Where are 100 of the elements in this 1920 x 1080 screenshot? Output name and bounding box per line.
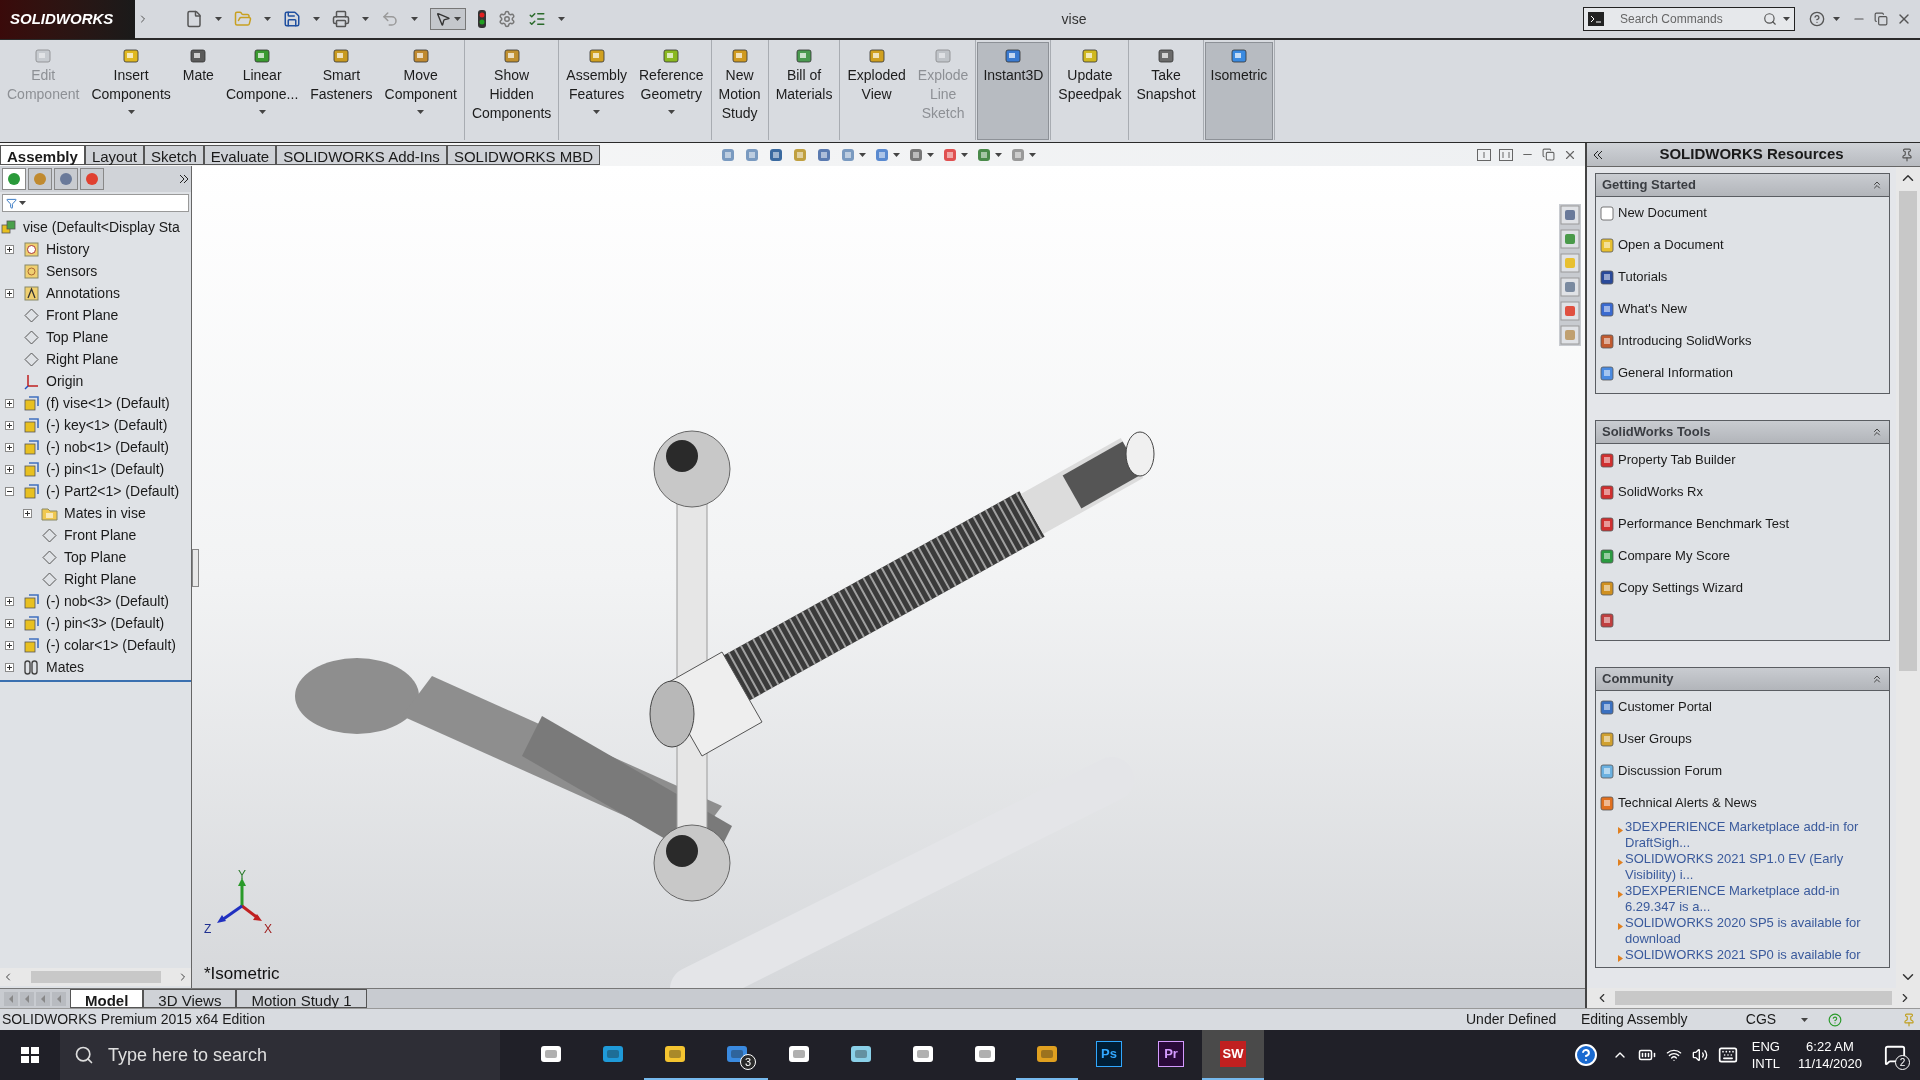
tab[interactable]: Motion Study 1 [236, 989, 367, 1008]
tree-item[interactable]: Annotations [44, 282, 120, 304]
ribbon-button[interactable]: Show Hidden Components [465, 42, 558, 140]
tab[interactable]: Sketch [143, 144, 204, 165]
expand-icon[interactable] [5, 288, 14, 298]
resource-link[interactable]: Compare My Score [1618, 546, 1730, 566]
collapse-icon[interactable] [1871, 426, 1883, 438]
settings-icon[interactable] [498, 10, 516, 28]
keyboard-icon[interactable] [1717, 1045, 1738, 1065]
ribbon-button[interactable]: Linear Compone... [219, 42, 305, 140]
news-link[interactable]: SOLIDWORKS 2021 SP1.0 EV (Early Visibility) i... [1625, 851, 1865, 883]
new-document-icon[interactable] [185, 10, 203, 28]
horizontal-scrollbar[interactable] [1587, 988, 1920, 1008]
search-field[interactable]: Type here to search [60, 1030, 500, 1080]
ribbon-button[interactable]: Bill of Materials [769, 42, 839, 140]
resource-link[interactable]: SolidWorks Rx [1618, 482, 1703, 502]
expand-icon[interactable] [5, 640, 14, 650]
ribbon-button[interactable]: Assembly Features [560, 42, 633, 140]
collapse-icon[interactable] [1871, 179, 1883, 191]
tab[interactable]: Evaluate [203, 144, 277, 165]
tree-item[interactable]: Mates [44, 656, 85, 678]
taskbar-app[interactable]: Pr [1140, 1030, 1202, 1080]
panel-grip[interactable] [192, 549, 199, 587]
resource-link[interactable]: New Document [1618, 203, 1707, 223]
tab[interactable]: Assembly [0, 144, 85, 165]
expand-icon[interactable] [5, 596, 14, 606]
resource-link[interactable]: Tutorials [1618, 267, 1668, 287]
tree-item[interactable]: Front Plane [62, 524, 137, 546]
tree-item[interactable]: Origin [44, 370, 84, 392]
news-link[interactable]: SOLIDWORKS 2021 SP0 is available for [1625, 947, 1865, 963]
tree-item[interactable]: Right Plane [62, 568, 137, 590]
tree-item[interactable]: (-) pin<3> (Default) [44, 612, 165, 634]
tab[interactable]: SOLIDWORKS Add-Ins [276, 144, 447, 165]
tree-item[interactable]: Right Plane [44, 348, 119, 370]
resource-link[interactable]: Open a Document [1618, 235, 1724, 255]
volume-icon[interactable] [1691, 1047, 1708, 1063]
restore-icon[interactable] [1542, 148, 1555, 161]
tree-item[interactable]: Top Plane [44, 326, 109, 348]
network-icon[interactable] [1665, 1047, 1682, 1063]
expand-icon[interactable] [5, 662, 14, 672]
news-link[interactable]: 3DEXPERIENCE Marketplace add-in for DraftSigh... [1625, 819, 1865, 851]
tree-item[interactable]: (-) pin<1> (Default) [44, 458, 165, 480]
resource-link[interactable]: Customer Portal [1618, 697, 1712, 717]
resource-link[interactable]: Technical Alerts & News [1618, 793, 1757, 813]
tree-item[interactable]: vise (Default<Display Sta [21, 216, 180, 238]
resource-link[interactable]: General Information [1618, 363, 1733, 383]
ribbon-button[interactable]: Exploded View [841, 42, 912, 140]
resource-link[interactable]: User Groups [1618, 729, 1692, 749]
select-button[interactable] [430, 8, 466, 30]
ribbon-button[interactable]: Reference Geometry [633, 42, 710, 140]
printer-icon[interactable] [332, 10, 350, 28]
taskbar-app[interactable]: 3 [706, 1030, 768, 1080]
ribbon-button[interactable]: Isometric [1204, 42, 1274, 140]
news-link[interactable]: 3DEXPERIENCE Marketplace add-in 6.29.347 is a... [1625, 883, 1865, 915]
resource-link[interactable]: Property Tab Builder [1618, 450, 1736, 470]
pin-icon[interactable] [1900, 147, 1914, 162]
expand-icon[interactable] [5, 464, 14, 474]
ribbon-button[interactable]: Update Speedpak [1052, 42, 1128, 140]
tab[interactable]: 3D Views [143, 989, 237, 1008]
save-icon[interactable] [283, 10, 301, 28]
tree-item[interactable]: (-) Part2<1> (Default) [44, 480, 180, 502]
expand-icon[interactable] [5, 618, 14, 628]
resource-link[interactable]: What's New [1618, 299, 1687, 319]
tree-item[interactable]: Top Plane [62, 546, 127, 568]
search-field[interactable]: Search Commands [1583, 7, 1795, 31]
tree-item[interactable]: Sensors [44, 260, 98, 282]
restore-icon[interactable] [1874, 12, 1888, 26]
ribbon-button[interactable]: Mate [176, 42, 220, 140]
tree-item[interactable]: (f) vise<1> (Default) [44, 392, 170, 414]
collapse-icon[interactable] [5, 486, 14, 496]
tab[interactable]: SOLIDWORKS MBD [446, 144, 601, 165]
tree-item[interactable]: (-) nob<1> (Default) [44, 436, 169, 458]
tab[interactable]: Model [70, 989, 144, 1008]
resource-link[interactable]: Introducing SolidWorks [1618, 331, 1752, 351]
tree-item[interactable]: (-) key<1> (Default) [44, 414, 168, 436]
tree-item[interactable]: (-) nob<3> (Default) [44, 590, 169, 612]
taskbar-app[interactable]: Ps [1078, 1030, 1140, 1080]
filter-field[interactable] [2, 194, 189, 212]
double-chevron-icon[interactable] [1593, 149, 1603, 160]
expand-icon[interactable] [5, 442, 14, 452]
list-icon[interactable] [528, 10, 546, 28]
ribbon-button[interactable]: Move Component [378, 42, 463, 140]
news-link[interactable]: SOLIDWORKS 2020 SP5 is available for download [1625, 915, 1865, 947]
traffic-light-icon[interactable] [478, 10, 486, 28]
collapse-icon[interactable] [1871, 673, 1883, 685]
ribbon-button[interactable]: New Motion Study [712, 42, 767, 140]
tile-icon[interactable] [1477, 148, 1491, 161]
expand-icon[interactable] [5, 420, 14, 430]
resource-link[interactable]: Copy Settings Wizard [1618, 578, 1743, 598]
tree-item[interactable]: Mates in vise [62, 502, 146, 524]
tree-item[interactable]: Front Plane [44, 304, 119, 326]
tile-icon[interactable] [1499, 148, 1513, 161]
expand-icon[interactable] [23, 508, 32, 518]
double-chevron-icon[interactable] [179, 174, 189, 184]
ribbon-button[interactable]: Instant3D [977, 42, 1050, 140]
taskbar-app[interactable]: SW [1202, 1030, 1264, 1080]
ribbon-button[interactable]: Insert Components [85, 42, 177, 140]
tab[interactable]: Layout [84, 144, 144, 165]
vertical-scrollbar[interactable] [1896, 167, 1920, 988]
language-indicator[interactable]: ENG INTL [1751, 1038, 1780, 1072]
